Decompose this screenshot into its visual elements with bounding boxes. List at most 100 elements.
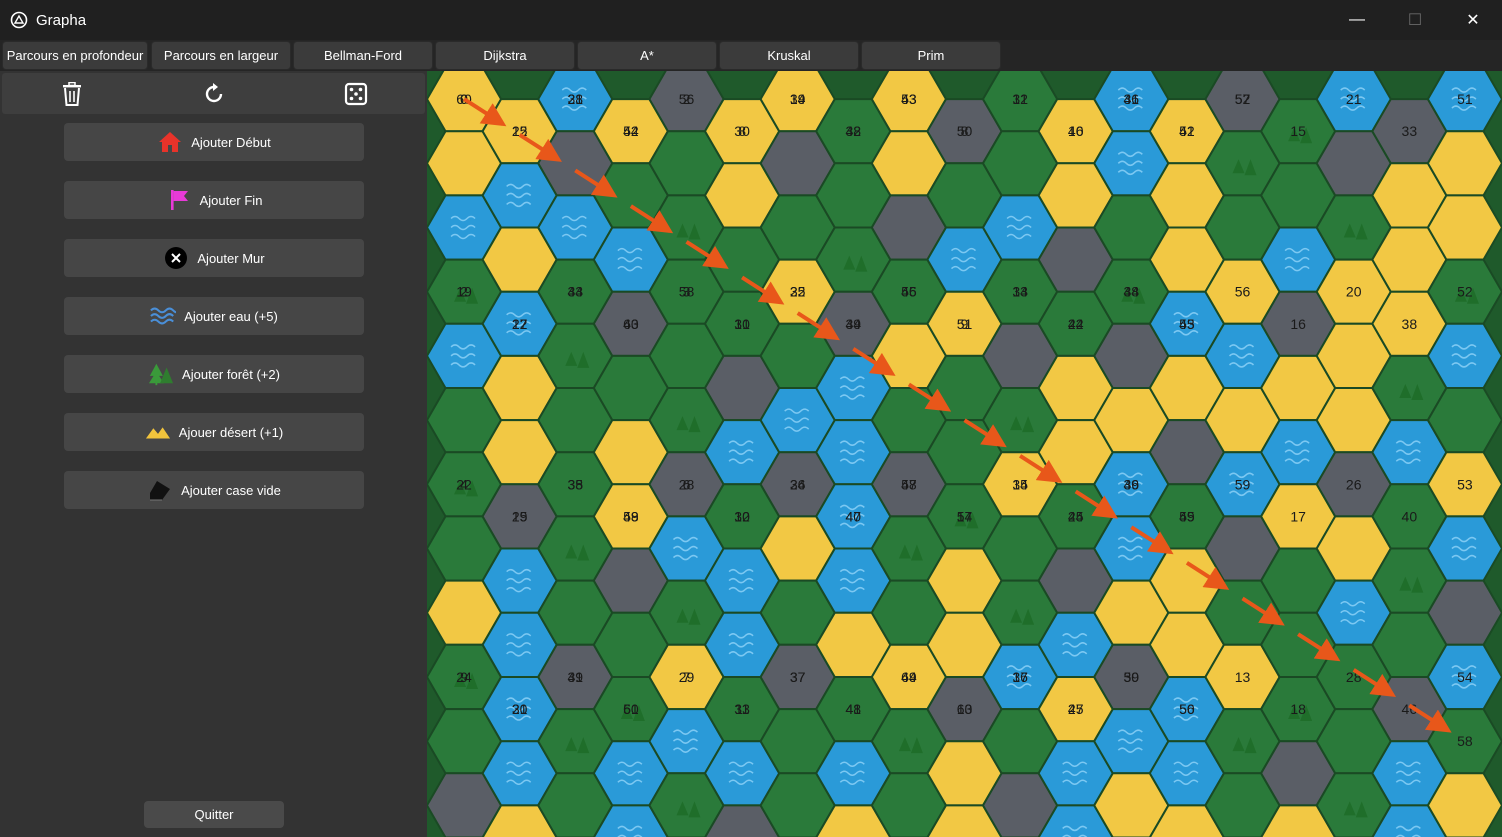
node-label: 26 (1346, 476, 1362, 492)
add-water-button[interactable]: Ajouter eau (+5) (64, 297, 364, 335)
add-end-button[interactable]: Ajouter Fin (64, 181, 364, 219)
add-wall-label: Ajouter Mur (197, 250, 265, 266)
add-wall-button[interactable]: Ajouter Mur (64, 239, 364, 277)
end-node-label: 58 (1457, 733, 1473, 749)
node-label: 24 (456, 669, 472, 685)
node-label: 48 (1124, 284, 1140, 300)
node-label: 42 (1068, 316, 1084, 332)
tab-kruskal[interactable]: Kruskal (719, 41, 859, 70)
node-label: 42 (623, 123, 639, 139)
node-label: 50 (957, 123, 973, 139)
forest-icon (148, 362, 174, 386)
dice-icon (344, 82, 368, 106)
trash-icon (63, 82, 81, 106)
house-icon (157, 130, 183, 154)
refresh-icon (205, 83, 223, 103)
node-label: 36 (1012, 669, 1028, 685)
node-label: 40 (1402, 508, 1418, 524)
node-label: 40 (846, 508, 862, 524)
node-label: 28 (679, 476, 695, 492)
node-label: 27 (512, 316, 528, 332)
tab-a-star[interactable]: A* (577, 41, 717, 70)
node-label: 51 (957, 316, 973, 332)
add-empty-button[interactable]: Ajouter case vide (64, 471, 364, 509)
node-label: 45 (1068, 701, 1084, 717)
node-label: 43 (623, 316, 639, 332)
add-forest-button[interactable]: Ajouter forêt (+2) (64, 355, 364, 393)
app-logo-icon (10, 11, 28, 29)
add-water-label: Ajouter eau (+5) (184, 308, 278, 324)
tab-bellman-ford[interactable]: Bellman-Ford (293, 41, 433, 70)
node-label: 57 (1235, 91, 1251, 107)
add-desert-button[interactable]: Ajouer désert (+1) (64, 413, 364, 451)
desert-icon (145, 420, 171, 444)
node-label: 50 (623, 701, 639, 717)
node-label: 41 (846, 701, 862, 717)
water-icon (150, 304, 177, 328)
node-label: 18 (1290, 701, 1306, 717)
sidebar: Ajouter Début Ajouter Fin Ajouter Mur Aj… (0, 71, 427, 837)
node-label: 22 (456, 476, 472, 492)
node-label: 13 (1235, 669, 1251, 685)
node-label: 37 (790, 669, 806, 685)
node-label: 33 (567, 284, 583, 300)
tab-depth-first[interactable]: Parcours en profondeur (2, 41, 148, 70)
node-label: 38 (1402, 316, 1418, 332)
node-label: 49 (901, 669, 917, 685)
node-label: 30 (512, 701, 528, 717)
tab-breadth-first[interactable]: Parcours en largeur (151, 41, 291, 70)
tab-dijkstra[interactable]: Dijkstra (435, 41, 575, 70)
node-label: 50 (1124, 669, 1140, 685)
node-label: 33 (1012, 284, 1028, 300)
quit-button[interactable]: Quitter (144, 801, 284, 828)
close-button[interactable]: ✕ (1444, 0, 1502, 40)
node-label: 53 (1179, 316, 1195, 332)
tab-prim[interactable]: Prim (861, 41, 1001, 70)
wall-icon (163, 246, 189, 270)
node-label: 29 (679, 669, 695, 685)
node-label: 52 (1179, 123, 1195, 139)
hex-grid-board[interactable]: 0249121215212844384154605961236781010111… (427, 71, 1502, 837)
algorithm-tab-bar: Parcours en profondeur Parcours en large… (0, 40, 1502, 71)
node-label: 20 (1346, 284, 1362, 300)
node-label: 53 (1457, 476, 1473, 492)
add-desert-label: Ajouer désert (+1) (178, 424, 284, 440)
reset-button[interactable] (199, 79, 229, 109)
hex-grid-svg[interactable]: 0249121215212844384154605961236781010111… (427, 71, 1502, 837)
node-label: 33 (734, 701, 750, 717)
add-start-label: Ajouter Début (191, 134, 271, 150)
trash-button[interactable] (57, 79, 87, 109)
node-label: 29 (512, 508, 528, 524)
node-label: 31 (567, 91, 583, 107)
node-label: 40 (1068, 123, 1084, 139)
node-label: 45 (901, 284, 917, 300)
node-label: 34 (790, 91, 806, 107)
node-label: 56 (1179, 701, 1195, 717)
node-label: 38 (846, 123, 862, 139)
node-label: 49 (1124, 476, 1140, 492)
node-label: 39 (567, 669, 583, 685)
node-label: 57 (957, 508, 973, 524)
node-label: 15 (1290, 123, 1306, 139)
window-title: Grapha (36, 11, 87, 29)
node-label: 60 (957, 701, 973, 717)
node-label: 16 (1290, 316, 1306, 332)
node-label: 33 (1402, 123, 1418, 139)
node-label: 31 (734, 316, 750, 332)
node-label: 44 (1068, 508, 1084, 524)
node-label: 55 (1179, 508, 1195, 524)
node-label: 54 (1457, 669, 1473, 685)
add-start-button[interactable]: Ajouter Début (64, 123, 364, 161)
node-label: 21 (1346, 91, 1362, 107)
node-label: 51 (1457, 91, 1473, 107)
node-label: 59 (1235, 476, 1251, 492)
add-end-label: Ajouter Fin (199, 192, 263, 208)
random-button[interactable] (341, 79, 371, 109)
flag-icon (166, 188, 192, 212)
title-bar: Grapha — ☐ ✕ (0, 0, 1502, 40)
node-label: 43 (901, 91, 917, 107)
node-label: 48 (623, 508, 639, 524)
maximize-button[interactable]: ☐ (1386, 0, 1444, 40)
node-label: 58 (679, 284, 695, 300)
minimize-button[interactable]: — (1328, 0, 1386, 40)
